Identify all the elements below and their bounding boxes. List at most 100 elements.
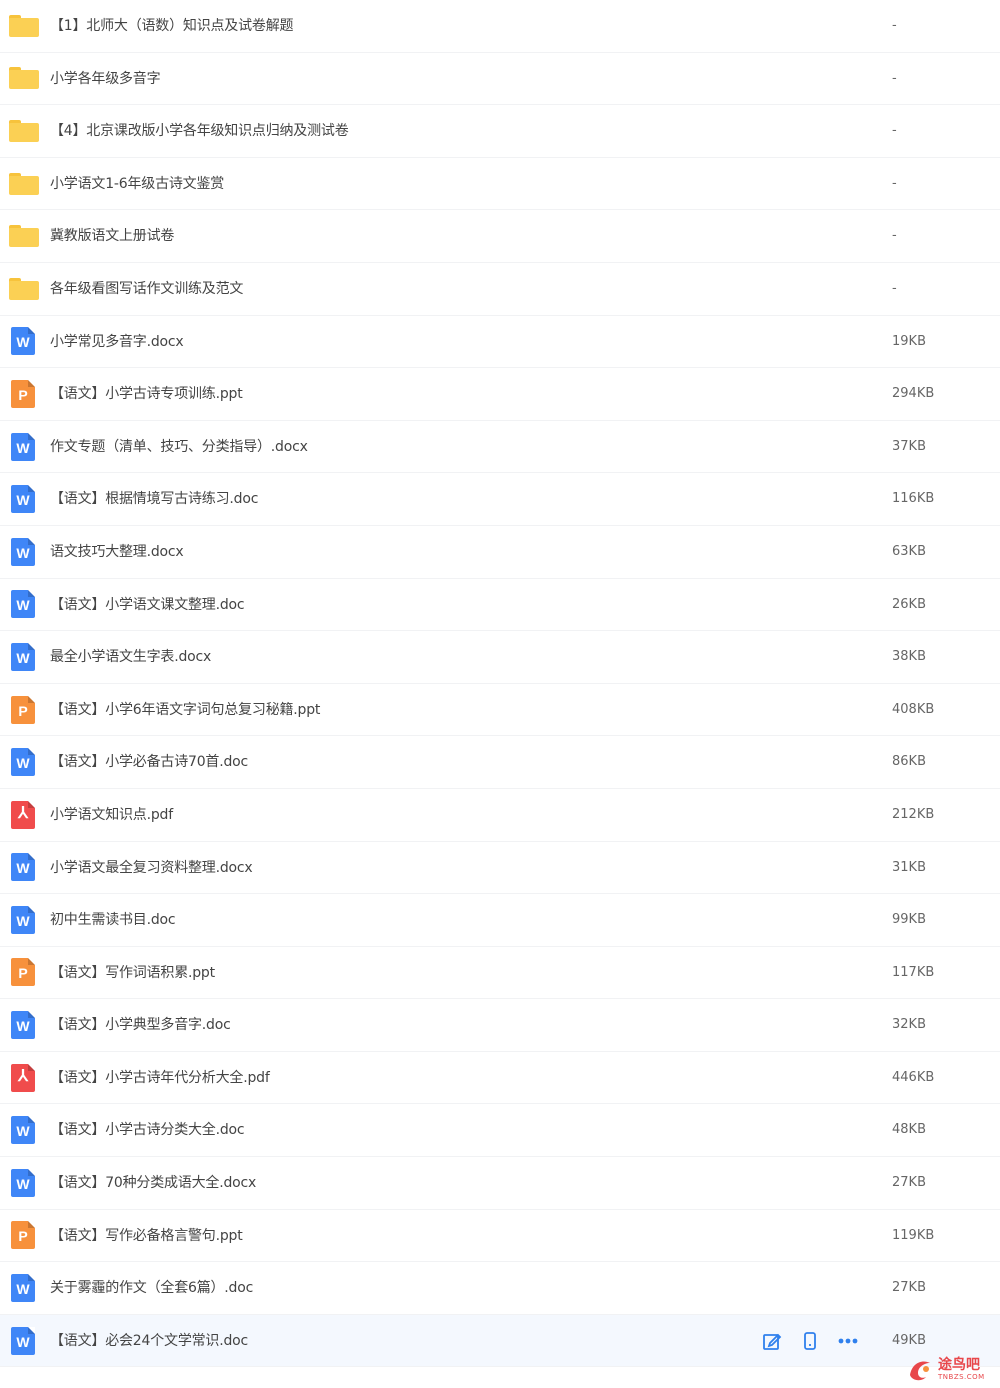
file-type-icon-wrap: W xyxy=(0,315,44,367)
file-row[interactable]: W 语文技巧大整理.docx 63KB xyxy=(0,526,1000,579)
file-row[interactable]: W 最全小学语文生字表.docx 38KB xyxy=(0,631,1000,684)
file-row[interactable]: ⅄ 【语文】小学古诗年代分析大全.pdf 446KB xyxy=(0,1052,1000,1105)
pdf-file-icon: ⅄ xyxy=(11,1063,35,1092)
word-file-icon: W xyxy=(11,1116,35,1145)
file-type-icon-wrap: P xyxy=(0,1209,44,1261)
file-name[interactable]: 小学各年级多音字 xyxy=(50,53,161,105)
file-type-icon-wrap: P xyxy=(0,946,44,998)
file-name[interactable]: 小学语文1-6年级古诗文鉴赏 xyxy=(50,158,224,210)
file-name[interactable]: 【1】北师大（语数）知识点及试卷解题 xyxy=(50,0,294,52)
file-row[interactable]: P 【语文】写作必备格言警句.ppt 119KB xyxy=(0,1210,1000,1263)
file-size: - xyxy=(892,18,897,33)
file-row[interactable]: P 【语文】小学6年语文字词句总复习秘籍.ppt 408KB xyxy=(0,684,1000,737)
file-name[interactable]: 各年级看图写话作文训练及范文 xyxy=(50,263,243,315)
file-row[interactable]: W 关于雾霾的作文（全套6篇）.doc 27KB xyxy=(0,1262,1000,1315)
pdf-file-icon: ⅄ xyxy=(11,800,35,829)
file-row[interactable]: W 初中生需读书目.doc 99KB xyxy=(0,894,1000,947)
watermark-logo-icon xyxy=(906,1355,934,1383)
folder-row[interactable]: 冀教版语文上册试卷 - xyxy=(0,210,1000,263)
file-name[interactable]: 【语文】写作词语积累.ppt xyxy=(50,947,215,999)
folder-icon xyxy=(9,67,39,90)
word-file-icon: W xyxy=(11,905,35,934)
file-size: 19KB xyxy=(892,333,926,349)
file-type-icon-wrap xyxy=(0,52,44,104)
file-type-icon-wrap: P xyxy=(0,368,44,420)
file-name[interactable]: 【语文】写作必备格言警句.ppt xyxy=(50,1210,243,1262)
file-type-icon-wrap: W xyxy=(0,526,44,578)
file-name[interactable]: 【语文】小学典型多音字.doc xyxy=(50,999,231,1051)
file-type-icon-wrap: ⅄ xyxy=(0,789,44,841)
word-file-icon: W xyxy=(11,485,35,514)
file-name[interactable]: 小学语文最全复习资料整理.docx xyxy=(50,842,253,894)
file-row[interactable]: W 【语文】小学必备古诗70首.doc 86KB xyxy=(0,736,1000,789)
file-name[interactable]: 小学语文知识点.pdf xyxy=(50,789,173,841)
file-row[interactable]: ⅄ 小学语文知识点.pdf 212KB xyxy=(0,789,1000,842)
file-type-icon-wrap: W xyxy=(0,578,44,630)
file-name[interactable]: 【语文】必会24个文学常识.doc xyxy=(50,1315,248,1367)
file-name[interactable]: 作文专题（清单、技巧、分类指导）.docx xyxy=(50,421,308,473)
file-row[interactable]: W 小学语文最全复习资料整理.docx 31KB xyxy=(0,842,1000,895)
file-name[interactable]: 最全小学语文生字表.docx xyxy=(50,631,211,683)
word-file-icon: W xyxy=(11,748,35,777)
file-name[interactable]: 语文技巧大整理.docx xyxy=(50,526,184,578)
folder-row[interactable]: 【4】北京课改版小学各年级知识点归纳及测试卷 - xyxy=(0,105,1000,158)
file-size: 99KB xyxy=(892,912,926,928)
file-size: 212KB xyxy=(892,806,935,822)
file-name[interactable]: 【语文】小学必备古诗70首.doc xyxy=(50,736,248,788)
file-size: 27KB xyxy=(892,1280,926,1296)
file-size: 63KB xyxy=(892,543,926,559)
file-type-icon-wrap: W xyxy=(0,1315,44,1367)
word-file-icon: W xyxy=(11,853,35,882)
file-row[interactable]: P 【语文】写作词语积累.ppt 117KB xyxy=(0,947,1000,1000)
file-type-icon-wrap: W xyxy=(0,736,44,788)
file-row[interactable]: P 【语文】小学古诗专项训练.ppt 294KB xyxy=(0,368,1000,421)
file-row-partial xyxy=(0,1367,1000,1387)
file-row[interactable]: W 小学常见多音字.docx 19KB xyxy=(0,316,1000,369)
word-file-icon: W xyxy=(11,327,35,356)
file-name[interactable]: 【语文】小学古诗年代分析大全.pdf xyxy=(50,1052,270,1104)
file-type-icon-wrap: W xyxy=(0,473,44,525)
file-type-icon-wrap xyxy=(0,105,44,157)
word-file-icon: W xyxy=(11,590,35,619)
file-name[interactable]: 【语文】70种分类成语大全.docx xyxy=(50,1157,256,1209)
file-name[interactable]: 【语文】小学语文课文整理.doc xyxy=(50,579,245,631)
file-name[interactable]: 小学常见多音字.docx xyxy=(50,316,184,368)
file-name[interactable]: 初中生需读书目.doc xyxy=(50,894,176,946)
file-row[interactable]: W 【语文】小学语文课文整理.doc 26KB xyxy=(0,579,1000,632)
file-row[interactable]: W 作文专题（清单、技巧、分类指导）.docx 37KB xyxy=(0,421,1000,474)
file-size: 31KB xyxy=(892,859,926,875)
file-size: 86KB xyxy=(892,754,926,770)
file-name[interactable]: 【语文】小学古诗专项训练.ppt xyxy=(50,368,243,420)
file-type-icon-wrap: W xyxy=(0,999,44,1051)
folder-row[interactable]: 各年级看图写话作文训练及范文 - xyxy=(0,263,1000,316)
folder-icon xyxy=(9,119,39,142)
ppt-file-icon: P xyxy=(11,379,35,408)
file-row[interactable]: W 【语文】必会24个文学常识.doc 49KB xyxy=(0,1314,1000,1368)
phone-icon[interactable] xyxy=(798,1329,822,1353)
word-file-icon: W xyxy=(11,1326,35,1355)
more-icon[interactable] xyxy=(836,1329,860,1353)
file-name[interactable]: 【4】北京课改版小学各年级知识点归纳及测试卷 xyxy=(50,105,349,157)
file-name[interactable]: 关于雾霾的作文（全套6篇）.doc xyxy=(50,1262,253,1314)
file-type-icon-wrap: W xyxy=(0,894,44,946)
folder-row[interactable]: 【1】北师大（语数）知识点及试卷解题 - xyxy=(0,0,1000,53)
file-name[interactable]: 冀教版语文上册试卷 xyxy=(50,210,174,262)
file-size: 27KB xyxy=(892,1175,926,1191)
file-row[interactable]: W 【语文】小学典型多音字.doc 32KB xyxy=(0,999,1000,1052)
folder-row[interactable]: 小学各年级多音字 - xyxy=(0,53,1000,106)
file-row[interactable]: W 【语文】根据情境写古诗练习.doc 116KB xyxy=(0,473,1000,526)
file-row[interactable]: W 【语文】小学古诗分类大全.doc 48KB xyxy=(0,1104,1000,1158)
file-type-icon-wrap: W xyxy=(0,1157,44,1209)
folder-icon xyxy=(9,14,39,37)
word-file-icon: W xyxy=(11,642,35,671)
ppt-file-icon: P xyxy=(11,1221,35,1250)
file-size: 37KB xyxy=(892,438,926,454)
file-name[interactable]: 【语文】根据情境写古诗练习.doc xyxy=(50,473,258,525)
file-name[interactable]: 【语文】小学古诗分类大全.doc xyxy=(50,1104,245,1156)
file-size: 32KB xyxy=(892,1017,926,1033)
edit-icon[interactable] xyxy=(760,1329,784,1353)
file-row[interactable]: W 【语文】70种分类成语大全.docx 27KB xyxy=(0,1157,1000,1210)
file-name[interactable]: 【语文】小学6年语文字词句总复习秘籍.ppt xyxy=(50,684,320,736)
file-size: 48KB xyxy=(892,1122,926,1138)
folder-row[interactable]: 小学语文1-6年级古诗文鉴赏 - xyxy=(0,158,1000,211)
